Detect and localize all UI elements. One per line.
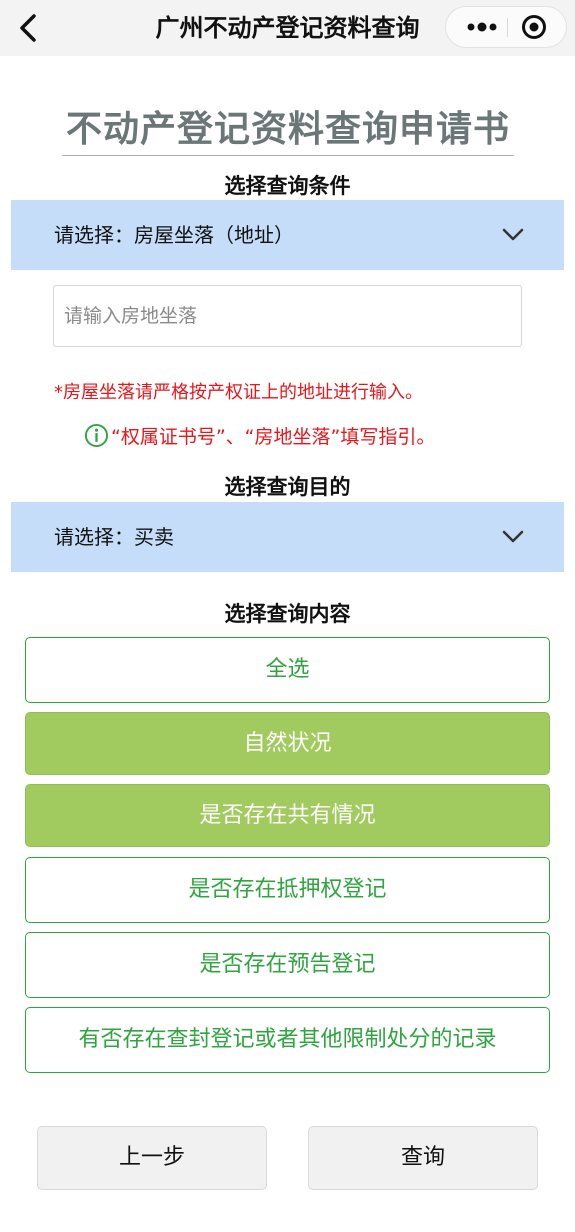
chevron-down-icon (502, 530, 524, 543)
option-seizure-restriction-record[interactable]: 有否存在查封登记或者其他限制处分的记录 (25, 1007, 550, 1073)
info-icon (84, 423, 109, 447)
fill-guide-link[interactable]: “权属证书号”、“房地坐落”填写指引。 (84, 420, 435, 450)
back-button[interactable] (8, 8, 48, 48)
previous-step-button[interactable]: 上一步 (37, 1126, 267, 1190)
condition-section-label: 选择查询条件 (224, 174, 351, 198)
mini-program-capsule (445, 6, 567, 48)
nav-bar: 广州不动产登记资料查询 (0, 0, 575, 56)
target-circle-icon (522, 15, 546, 39)
form-title: 不动产登记资料查询申请书 (62, 100, 514, 156)
option-advance-notice-registration[interactable]: 是否存在预告登记 (25, 932, 550, 998)
address-input[interactable] (53, 285, 522, 347)
query-button[interactable]: 查询 (308, 1126, 538, 1190)
more-button[interactable] (460, 7, 504, 47)
more-dots-icon (467, 22, 497, 32)
condition-select[interactable]: 请选择：房屋坐落（地址） (11, 200, 564, 270)
purpose-select-value: 请选择：买卖 (54, 525, 174, 549)
fill-guide-text: “权属证书号”、“房地坐落”填写指引。 (111, 425, 436, 448)
nav-title: 广州不动产登记资料查询 (155, 14, 420, 42)
option-natural-status[interactable]: 自然状况 (25, 712, 550, 775)
chevron-down-icon (502, 228, 524, 241)
content-section-label: 选择查询内容 (224, 602, 351, 626)
purpose-section-label: 选择查询目的 (224, 475, 351, 499)
option-mortgage-registration[interactable]: 是否存在抵押权登记 (25, 857, 550, 923)
condition-select-value: 请选择：房屋坐落（地址） (54, 223, 294, 247)
close-mini-program-button[interactable] (512, 7, 556, 47)
capsule-divider (507, 18, 508, 37)
chevron-left-icon (20, 14, 36, 42)
purpose-select[interactable]: 请选择：买卖 (11, 502, 564, 572)
address-warning: *房屋坐落请严格按产权证上的地址进行输入。 (54, 382, 423, 403)
option-select-all[interactable]: 全选 (25, 637, 550, 703)
option-co-ownership[interactable]: 是否存在共有情况 (25, 784, 550, 847)
